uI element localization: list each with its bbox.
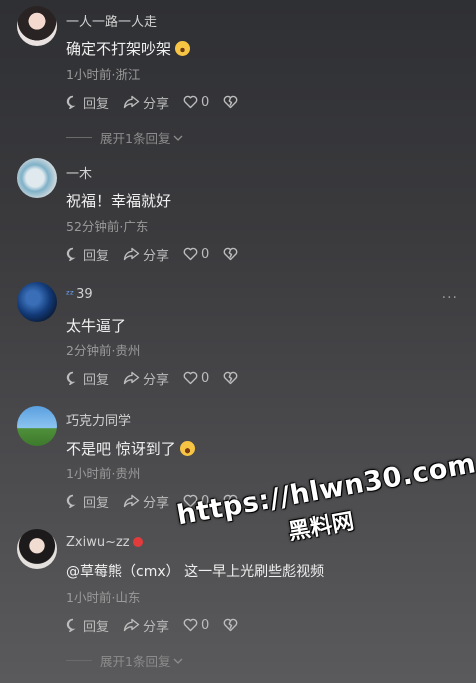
laugh-emoji-icon bbox=[179, 441, 195, 456]
comment-actions: 回复 分享 0 bbox=[66, 93, 255, 112]
comment-text: @草莓熊（cmx） 这一早上光刷些彪视频 bbox=[66, 564, 325, 580]
comment-text: 祝福！幸福就好 bbox=[66, 192, 172, 210]
share-button[interactable]: 分享 bbox=[123, 492, 169, 511]
dislike-button[interactable] bbox=[223, 95, 241, 109]
dislike-button[interactable] bbox=[223, 618, 241, 632]
expand-replies-label: 展开1条回复 bbox=[100, 131, 171, 146]
avatar[interactable] bbox=[17, 529, 57, 569]
reply-icon bbox=[66, 494, 76, 508]
like-count: 0 bbox=[201, 370, 210, 386]
dislike-button[interactable] bbox=[223, 247, 241, 261]
share-button[interactable]: 分享 bbox=[123, 245, 169, 264]
reply-icon bbox=[66, 95, 76, 109]
share-button[interactable]: 分享 bbox=[123, 616, 169, 635]
dislike-button[interactable] bbox=[223, 371, 241, 385]
share-label: 分享 bbox=[143, 619, 170, 635]
share-label: 分享 bbox=[143, 96, 170, 112]
chevron-down-icon bbox=[173, 135, 183, 141]
watermark: https://hlwn30.com 黑料网 bbox=[174, 448, 476, 565]
heart-icon bbox=[183, 95, 198, 109]
like-button[interactable]: 0 bbox=[183, 247, 209, 262]
reply-icon bbox=[66, 247, 76, 261]
chevron-down-icon bbox=[173, 658, 183, 664]
reply-label: 回复 bbox=[83, 495, 110, 511]
reply-label: 回复 bbox=[83, 619, 110, 635]
comment-text: 不是吧 惊讶到了 bbox=[66, 438, 195, 459]
badge-icon bbox=[132, 537, 143, 547]
comment-actions: 回复 分享 0 bbox=[66, 369, 255, 388]
dislike-heart-icon bbox=[223, 95, 238, 109]
heart-icon bbox=[183, 618, 198, 632]
avatar[interactable] bbox=[17, 6, 57, 46]
avatar[interactable] bbox=[17, 282, 57, 322]
comment-username[interactable]: Zxiwu~zz bbox=[66, 535, 143, 550]
like-button[interactable]: 0 bbox=[183, 95, 209, 110]
expand-replies-button[interactable]: 展开1条回复 bbox=[66, 651, 184, 670]
share-label: 分享 bbox=[143, 248, 170, 264]
comment-meta: 1小时前·贵州 bbox=[66, 466, 141, 481]
comment-actions: 回复 分享 0 bbox=[66, 245, 255, 264]
heart-icon bbox=[183, 247, 198, 261]
dislike-heart-icon bbox=[223, 618, 238, 632]
comment-meta: 2分钟前·贵州 bbox=[66, 343, 141, 358]
share-label: 分享 bbox=[143, 495, 170, 511]
share-icon bbox=[123, 247, 140, 261]
avatar[interactable] bbox=[17, 158, 57, 198]
expand-replies-label: 展开1条回复 bbox=[100, 654, 171, 669]
sleep-emoji-icon: ᶻᶻ bbox=[66, 288, 75, 301]
reply-button[interactable]: 回复 bbox=[66, 245, 109, 264]
share-button[interactable]: 分享 bbox=[123, 369, 169, 388]
share-icon bbox=[123, 494, 140, 508]
like-count: 0 bbox=[201, 617, 210, 633]
comment-meta: 1小时前·浙江 bbox=[66, 67, 141, 82]
comment-text: 确定不打架吵架 bbox=[66, 38, 191, 59]
comment-username[interactable]: ᶻᶻ 39 bbox=[66, 287, 93, 302]
reply-label: 回复 bbox=[83, 248, 110, 264]
reply-button[interactable]: 回复 bbox=[66, 492, 109, 511]
dislike-heart-icon bbox=[223, 371, 238, 385]
share-label: 分享 bbox=[143, 372, 170, 388]
comment-actions: 回复 分享 0 bbox=[66, 616, 255, 635]
share-icon bbox=[123, 95, 140, 109]
like-count: 0 bbox=[201, 246, 210, 262]
divider-line bbox=[66, 660, 92, 661]
like-count: 0 bbox=[201, 94, 210, 110]
more-icon[interactable]: ··· bbox=[442, 290, 458, 306]
divider-line bbox=[66, 137, 92, 138]
reply-label: 回复 bbox=[83, 96, 110, 112]
comment-text: 太牛逼了 bbox=[66, 317, 127, 335]
share-icon bbox=[123, 371, 140, 385]
reply-button[interactable]: 回复 bbox=[66, 369, 109, 388]
reply-icon bbox=[66, 371, 76, 385]
comment-meta: 1小时前·山东 bbox=[66, 590, 141, 605]
dislike-heart-icon bbox=[223, 247, 238, 261]
reply-label: 回复 bbox=[83, 372, 110, 388]
like-button[interactable]: 0 bbox=[183, 371, 209, 386]
comment-username[interactable]: 一木 bbox=[66, 163, 92, 182]
reply-icon bbox=[66, 618, 76, 632]
like-button[interactable]: 0 bbox=[183, 618, 209, 633]
surprised-emoji-icon bbox=[175, 41, 191, 56]
comment-meta: 52分钟前·广东 bbox=[66, 219, 149, 234]
comment-username[interactable]: 一人一路一人走 bbox=[66, 11, 157, 30]
comment-username[interactable]: 巧克力同学 bbox=[66, 410, 131, 429]
share-icon bbox=[123, 618, 140, 632]
expand-replies-button[interactable]: 展开1条回复 bbox=[66, 128, 184, 147]
heart-icon bbox=[183, 371, 198, 385]
reply-button[interactable]: 回复 bbox=[66, 93, 109, 112]
share-button[interactable]: 分享 bbox=[123, 93, 169, 112]
reply-button[interactable]: 回复 bbox=[66, 616, 109, 635]
avatar[interactable] bbox=[17, 406, 57, 446]
